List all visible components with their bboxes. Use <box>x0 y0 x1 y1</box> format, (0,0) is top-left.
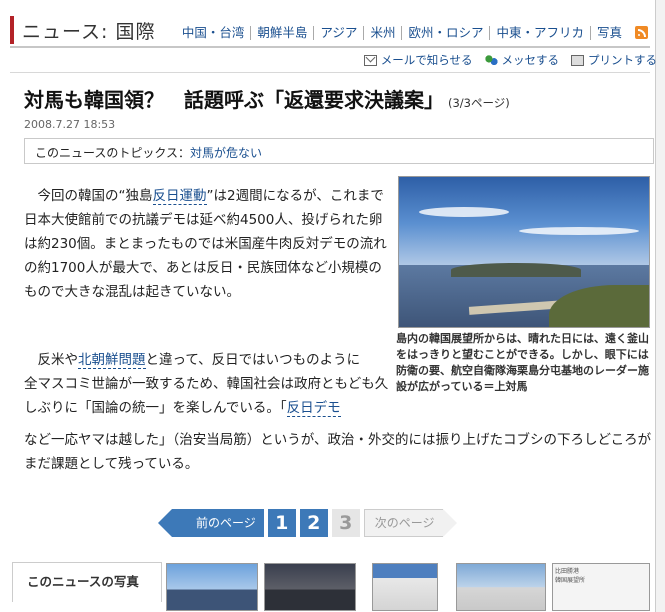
photo-thumbnail[interactable] <box>166 563 258 611</box>
nav-asia[interactable]: アジア <box>313 26 363 40</box>
text-segment: 反米や <box>37 352 79 368</box>
paragraph-2-end: など一応ヤマは越した」（治安当局筋）というが、政治・外交的には振り上げたコブシの… <box>24 432 652 472</box>
topics-box: このニュースのトピックス：対馬が危ない <box>24 138 654 164</box>
mail-label: メールで知らせる <box>380 53 473 67</box>
paragraph-2-middle: 全マスコミ世論が一致するため、韓国社会は政府ともども久しぶりに「国論の統一」を楽… <box>24 376 389 417</box>
photo-caption: 島内の韓国展望所からは、晴れた日には、遠く釜山をはっきりと望むことができる。しか… <box>396 332 649 393</box>
article-photo[interactable] <box>398 176 650 328</box>
mail-link[interactable]: メールで知らせる <box>363 52 473 68</box>
messenger-icon <box>484 54 498 66</box>
messenger-link[interactable]: メッセする <box>484 52 560 68</box>
print-link[interactable]: プリントする <box>571 52 657 68</box>
photo-sky <box>399 177 649 269</box>
nav-china-taiwan[interactable]: 中国・台湾 <box>176 26 251 40</box>
nav-americas[interactable]: 米州 <box>363 26 401 40</box>
keyword-link-anti-japan-movement[interactable]: 反日運動 <box>152 188 207 205</box>
page-indicator: (3/3ページ) <box>448 96 510 110</box>
article-tools: メールで知らせる メッセする プリントする <box>352 52 657 68</box>
printer-icon <box>571 54 584 66</box>
pager: 前のページ 1 2 3 次のページ <box>158 508 457 538</box>
photo-thumbnail[interactable] <box>372 563 438 611</box>
map-label: 韓国展望所 <box>555 577 586 584</box>
print-label: プリントする <box>588 53 657 67</box>
divider <box>10 72 650 73</box>
headline-text: 対馬も韓国領？ 話題呼ぶ「返還要求決議案」 <box>24 88 444 112</box>
article-headline: 対馬も韓国領？ 話題呼ぶ「返還要求決議案」 (3/3ページ) <box>24 84 510 113</box>
paragraph-1: 今回の韓国の“独島反日運動”は2週間になるが、これまで日本大使館前での抗議デモは… <box>24 184 394 304</box>
keyword-link-north-korea[interactable]: 北朝鮮問題 <box>78 352 146 369</box>
article-body-4: など一応ヤマは越した」（治安当局筋）というが、政治・外交的には振り上げたコブシの… <box>24 428 664 476</box>
topics-label: このニュースのトピックス： <box>35 146 191 160</box>
nav-europe-russia[interactable]: 欧州・ロシア <box>401 26 489 40</box>
paragraph-2-start: 反米や北朝鮮問題と違って、反日ではいつものように <box>24 348 394 372</box>
rss-icon[interactable] <box>635 26 648 39</box>
page-1-link[interactable]: 1 <box>267 509 296 537</box>
photo-thumbnail[interactable] <box>264 563 356 611</box>
section-nav: 中国・台湾 朝鮮半島 アジア 米州 欧州・ロシア 中東・アフリカ 写真 <box>176 26 628 40</box>
article-body: 今回の韓国の“独島反日運動”は2週間になるが、これまで日本大使館前での抗議デモは… <box>24 184 394 312</box>
topics-link[interactable]: 対馬が危ない <box>190 146 262 160</box>
messenger-label: メッセする <box>501 53 560 67</box>
article-datetime: 2008.7.27 18:53 <box>24 118 116 131</box>
keyword-link-anti-japan-demo[interactable]: 反日デモ <box>286 400 341 417</box>
article-body-3: 全マスコミ世論が一致するため、韓国社会は政府ともども久しぶりに「国論の統一」を楽… <box>24 372 394 420</box>
prev-page-button[interactable]: 前のページ <box>158 509 264 537</box>
next-page-button: 次のページ <box>363 509 457 537</box>
page-3-current: 3 <box>331 509 360 537</box>
map-label: 比田勝港 <box>555 568 580 575</box>
nav-photos[interactable]: 写真 <box>589 26 628 40</box>
text-segment: と違って、反日ではいつものように <box>145 352 361 368</box>
photo-cloud <box>419 207 509 217</box>
nav-korea[interactable]: 朝鮮半島 <box>250 26 313 40</box>
window-scrollbar-edge[interactable] <box>655 0 665 612</box>
photo-thumbnail-map[interactable]: 比田勝港 韓国展望所 <box>552 563 650 611</box>
photo-island <box>451 263 581 277</box>
nav-mideast-africa[interactable]: 中東・アフリカ <box>489 26 590 40</box>
section-accent-bar <box>10 16 14 44</box>
mail-icon <box>363 54 377 66</box>
page-2-link[interactable]: 2 <box>299 509 328 537</box>
text-segment: 今回の韓国の“独島 <box>37 188 153 204</box>
photo-strip-label: このニュースの写真 <box>12 562 162 602</box>
section-header: ニュース: 国際 中国・台湾 朝鮮半島 アジア 米州 欧州・ロシア 中東・アフリ… <box>10 14 650 48</box>
photo-cloud <box>519 227 639 235</box>
section-title: ニュース: 国際 <box>22 21 156 43</box>
photo-thumbnail[interactable] <box>456 563 546 611</box>
